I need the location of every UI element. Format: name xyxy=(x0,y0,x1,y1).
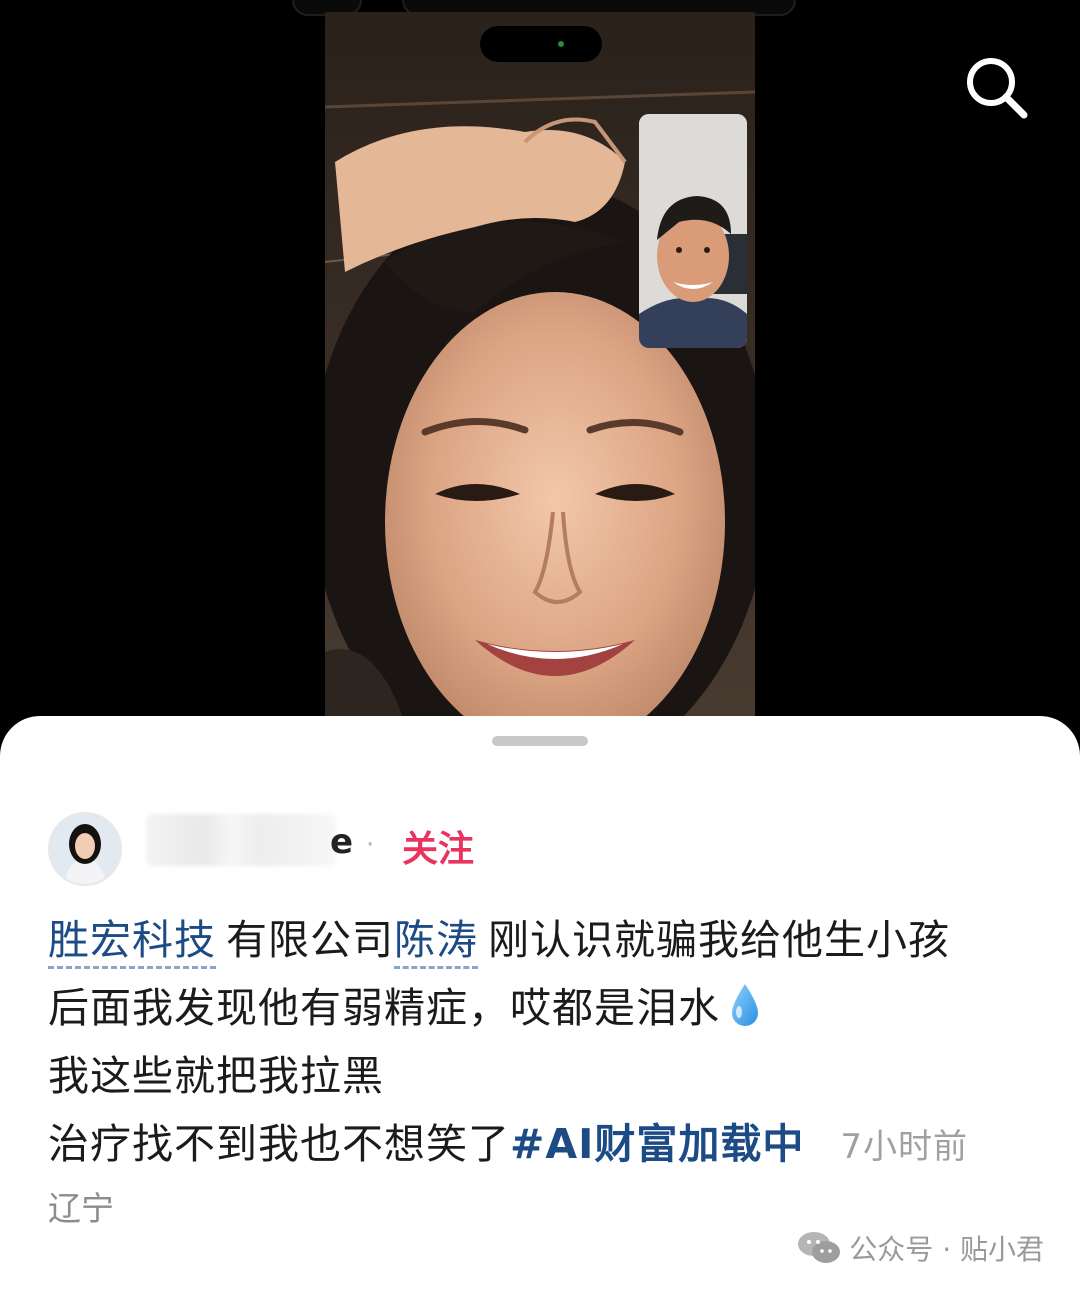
post-text-segment: 治疗找不到我也不想笑了 xyxy=(48,1120,510,1168)
hashtag-link[interactable]: #AI财富加载中 xyxy=(510,1120,804,1168)
post-detail-sheet: e · 关注 胜宏科技 有限公司陈涛 刚认识就骗我给他生小孩 后面我发现他有弱精症，… xyxy=(0,716,1080,1289)
post-line-2: 后面我发现他有弱精症，哎都是泪水 xyxy=(48,974,1048,1042)
camera-indicator-icon xyxy=(558,41,564,47)
video-call-screenshot xyxy=(325,12,755,760)
post-timestamp: 7小时前 xyxy=(840,1127,968,1167)
follow-button[interactable]: 关注 xyxy=(402,820,474,872)
wechat-icon xyxy=(798,1232,841,1263)
post-location: 辽宁 xyxy=(48,1189,114,1228)
company-tag-link[interactable]: 胜宏科技 xyxy=(48,916,216,969)
watermark: 公众号 · 贴小君 xyxy=(797,1228,1044,1268)
post-media[interactable] xyxy=(0,0,1080,760)
person-tag-link[interactable]: 陈涛 xyxy=(394,916,478,969)
post-body: 胜宏科技 有限公司陈涛 刚认识就骗我给他生小孩 后面我发现他有弱精症，哎都是泪水 我… xyxy=(48,906,1048,1181)
post-text-segment: 后面我发现他有弱精症，哎都是泪水 xyxy=(48,984,720,1032)
post-line-1: 胜宏科技 有限公司陈涛 刚认识就骗我给他生小孩 xyxy=(48,906,1048,974)
author-separator: · xyxy=(366,830,375,860)
droplet-icon xyxy=(732,984,758,1026)
sheet-drag-handle[interactable] xyxy=(492,736,588,746)
author-name-tail: e xyxy=(330,822,354,862)
man-face-photo xyxy=(639,114,747,348)
post-line-3: 我这些就把我拉黑 xyxy=(48,1052,384,1100)
watermark-text: 公众号 · 贴小君 xyxy=(849,1233,1044,1266)
avatar-image xyxy=(50,814,120,884)
search-icon[interactable] xyxy=(964,55,1030,121)
author-avatar[interactable] xyxy=(48,812,122,886)
post-detail-screen: e · 关注 胜宏科技 有限公司陈涛 刚认识就骗我给他生小孩 后面我发现他有弱精症，… xyxy=(0,0,1080,1289)
post-text-segment: 刚认识就骗我给他生小孩 xyxy=(488,916,950,964)
author-row: e · 关注 xyxy=(48,812,748,886)
pip-video-man xyxy=(639,114,747,348)
author-name-redacted xyxy=(146,814,336,866)
post-line-4: 治疗找不到我也不想笑了#AI财富加载中 7小时前 xyxy=(48,1110,1048,1181)
dynamic-island xyxy=(480,26,602,62)
post-text-segment: 有限公司 xyxy=(226,916,394,964)
